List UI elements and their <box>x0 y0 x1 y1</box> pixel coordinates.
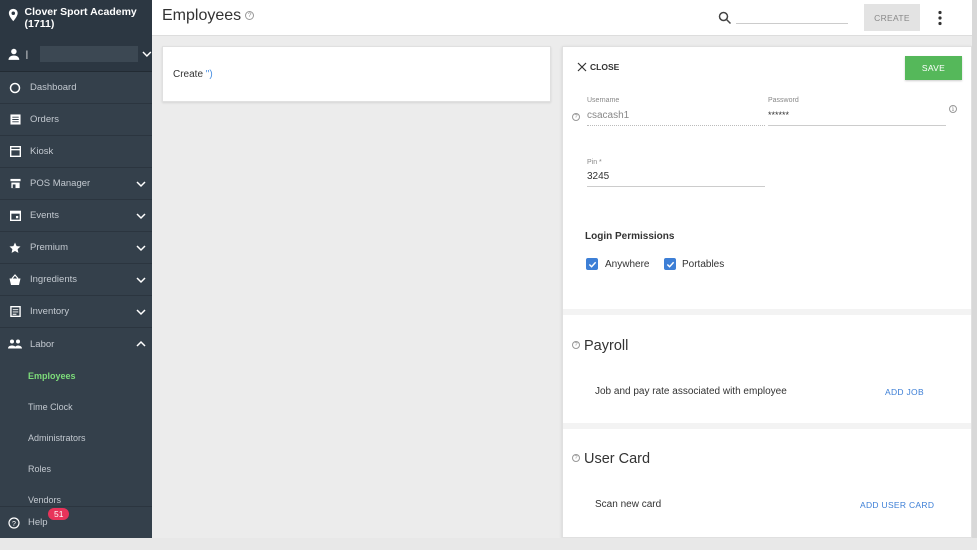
employee-edit-panel: CLOSE SAVE Username ? csacash1 Password … <box>562 46 972 538</box>
user-selector[interactable]: | <box>0 36 152 72</box>
chevron-down-icon <box>136 181 146 188</box>
sidebar-item-label: Inventory <box>30 306 70 317</box>
page-title: Employees? <box>162 7 255 25</box>
anywhere-checkbox[interactable] <box>586 258 598 270</box>
check-icon <box>588 261 596 268</box>
clipboard-icon <box>8 305 22 319</box>
portables-label: Portables <box>682 259 725 270</box>
sidebar-item-label: Ingredients <box>30 274 78 285</box>
star-icon <box>8 241 22 255</box>
username-label: Username <box>587 97 620 104</box>
user-card-title: User Card <box>584 451 651 467</box>
help-button[interactable]: ? Help 51 <box>0 506 152 538</box>
username-field[interactable]: csacash1 <box>587 110 629 121</box>
sidebar-item-label: Orders <box>30 114 60 125</box>
chevron-up-icon <box>136 340 146 347</box>
help-icon: ? <box>8 516 20 529</box>
location-pin-icon <box>8 8 18 22</box>
pin-label: Pin * <box>587 159 602 166</box>
calendar-icon <box>8 209 22 223</box>
basket-icon <box>8 273 22 287</box>
save-button[interactable]: SAVE <box>905 56 962 80</box>
top-header: Employees? CREATE <box>152 0 972 36</box>
sidebar-item-label: Events <box>30 210 60 221</box>
sidebar-subitem-roles[interactable]: Roles <box>0 453 152 484</box>
more-vert-icon[interactable] <box>938 10 942 26</box>
sidebar-item-label: Labor <box>30 338 55 350</box>
org-name: Clover Sport Academy (1711) <box>24 6 137 30</box>
user-icon <box>8 48 20 60</box>
user-card-description: Scan new card <box>595 499 662 510</box>
search-input[interactable] <box>736 8 848 24</box>
store-icon <box>8 177 22 191</box>
sidebar-subitem-administrators[interactable]: Administrators <box>0 422 152 453</box>
sidebar-item-premium[interactable]: Premium <box>0 232 152 264</box>
section-divider <box>563 423 971 429</box>
sidebar-item-labor[interactable]: Labor <box>0 328 152 360</box>
user-select-field[interactable] <box>40 45 139 62</box>
login-permissions-title: Login Permissions <box>585 231 675 242</box>
svg-text:?: ? <box>12 521 16 528</box>
notification-badge: 51 <box>48 508 70 520</box>
help-circle-icon[interactable]: ? <box>572 454 580 462</box>
page-title-text: Employees <box>162 7 242 24</box>
people-icon <box>8 337 22 351</box>
payroll-title: Payroll <box>584 338 629 354</box>
org-selector[interactable]: Clover Sport Academy (1711) <box>0 0 152 36</box>
help-label: Help <box>28 517 48 528</box>
chevron-down-icon <box>136 277 146 284</box>
create-card[interactable]: Create ") <box>162 46 551 102</box>
dashboard-icon <box>8 81 22 95</box>
chevron-down-icon <box>142 51 152 57</box>
payroll-description: Job and pay rate associated with employe… <box>595 386 787 397</box>
sidebar: Clover Sport Academy (1711) | Dashboard … <box>0 0 152 538</box>
portables-checkbox[interactable] <box>664 258 676 270</box>
sidebar-item-ingredients[interactable]: Ingredients <box>0 264 152 296</box>
help-circle-icon[interactable]: ? <box>245 11 255 21</box>
password-underline <box>768 125 946 126</box>
close-label: CLOSE <box>590 62 620 72</box>
anywhere-label: Anywhere <box>605 259 650 270</box>
sidebar-item-pos-manager[interactable]: POS Manager <box>0 168 152 200</box>
add-job-button[interactable]: ADD JOB <box>885 387 924 397</box>
sidebar-item-label: Premium <box>30 242 69 253</box>
chevron-down-icon <box>136 309 146 316</box>
search-icon[interactable] <box>718 11 732 25</box>
close-button[interactable]: CLOSE <box>577 62 619 72</box>
create-quote: ") <box>205 69 213 80</box>
create-button[interactable]: CREATE <box>864 4 920 31</box>
sidebar-item-label: POS Manager <box>30 178 91 189</box>
sidebar-subitem-employees[interactable]: Employees <box>0 360 152 391</box>
pin-underline <box>587 186 765 187</box>
sidebar-item-label: Dashboard <box>30 82 77 93</box>
sidebar-subitem-time-clock[interactable]: Time Clock <box>0 391 152 422</box>
chevron-down-icon <box>136 245 146 252</box>
pin-field[interactable]: 3245 <box>587 171 609 182</box>
password-label: Password <box>768 97 799 104</box>
password-field[interactable]: ****** <box>768 110 789 120</box>
sidebar-item-label: Kiosk <box>30 146 54 157</box>
close-icon <box>577 62 587 72</box>
add-user-card-button[interactable]: ADD USER CARD <box>860 500 934 510</box>
username-underline <box>587 125 765 126</box>
sidebar-item-events[interactable]: Events <box>0 200 152 232</box>
help-circle-icon[interactable]: ? <box>572 113 580 121</box>
window-bottom-edge <box>0 538 977 550</box>
help-circle-icon[interactable]: ? <box>572 341 580 349</box>
orders-icon <box>8 113 22 127</box>
create-text: Create <box>173 69 204 80</box>
user-select-value: | <box>25 48 29 59</box>
info-icon[interactable]: i <box>949 105 957 113</box>
chevron-down-icon <box>136 213 146 220</box>
window-edge <box>972 0 977 550</box>
sidebar-item-dashboard[interactable]: Dashboard <box>0 72 152 104</box>
create-card-text: Create ") <box>173 69 213 80</box>
sidebar-item-orders[interactable]: Orders <box>0 104 152 136</box>
kiosk-icon <box>8 145 22 159</box>
sidebar-item-kiosk[interactable]: Kiosk <box>0 136 152 168</box>
section-divider <box>563 309 971 315</box>
sidebar-item-inventory[interactable]: Inventory <box>0 296 152 328</box>
check-icon <box>666 261 674 268</box>
